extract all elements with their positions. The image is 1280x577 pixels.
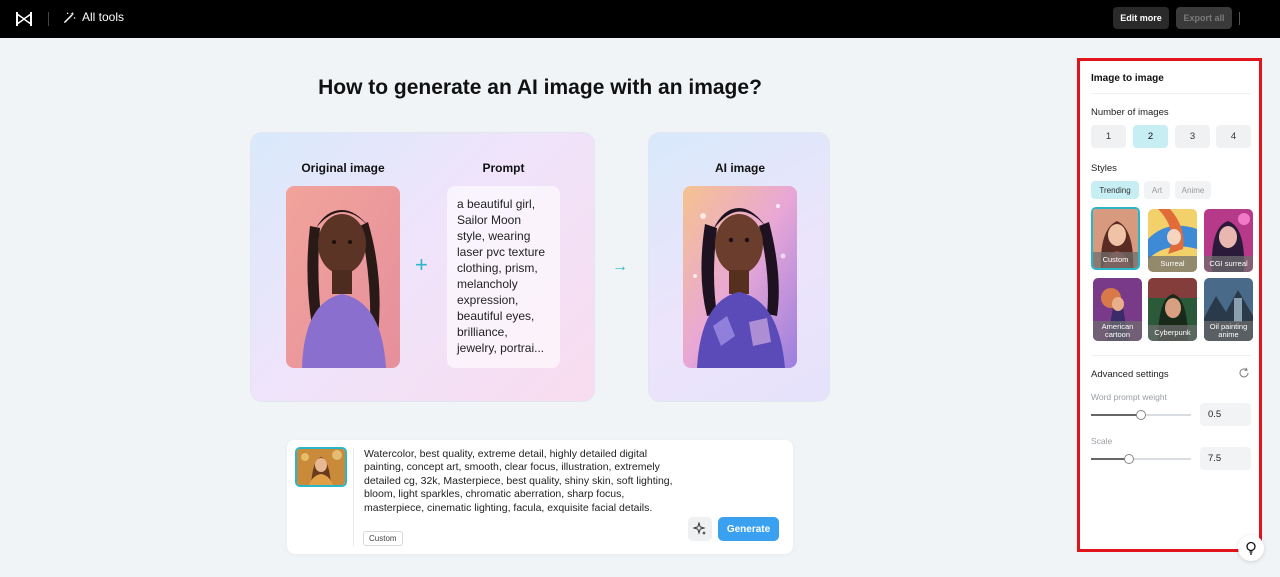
tab-anime[interactable]: Anime [1175, 181, 1211, 199]
slider-fill [1091, 414, 1141, 416]
top-bar: All tools Edit more Export all [0, 0, 1280, 38]
prompt-label: Prompt [482, 161, 525, 175]
ai-image-label: AI image [714, 161, 765, 175]
style-caption: Custom [1093, 252, 1138, 268]
scale-label: Scale [1091, 436, 1113, 446]
style-caption: American cartoon [1093, 321, 1142, 341]
style-caption: Cyberpunk [1148, 325, 1197, 341]
style-caption: CGI surreal [1204, 256, 1253, 272]
lightbulb-icon [1246, 541, 1256, 555]
slider-handle[interactable] [1124, 454, 1134, 464]
number-of-images-label: Number of images [1091, 107, 1169, 118]
styles-label: Styles [1091, 163, 1117, 174]
style-surreal[interactable]: Surreal [1148, 209, 1197, 272]
scale-slider[interactable] [1091, 454, 1191, 464]
style-custom[interactable]: Custom [1091, 207, 1140, 270]
export-all-button[interactable]: Export all [1176, 7, 1232, 29]
word-prompt-weight-value[interactable]: 0.5 [1200, 403, 1251, 426]
topbar-divider-right [1239, 12, 1240, 25]
plus-icon: + [415, 252, 428, 277]
edit-more-button[interactable]: Edit more [1113, 7, 1169, 29]
ai-generated-image [683, 186, 797, 368]
all-tools-label: All tools [82, 10, 125, 24]
composer-divider [353, 448, 354, 546]
demo-output-card: AI image [648, 132, 830, 402]
all-tools-button[interactable]: All tools [63, 10, 124, 24]
style-cgi-surreal[interactable]: CGI surreal [1204, 209, 1253, 272]
topbar-divider [48, 12, 49, 26]
word-prompt-weight-label: Word prompt weight [1091, 392, 1167, 402]
original-image [286, 186, 400, 368]
style-tag[interactable]: Custom [363, 531, 403, 546]
capcut-logo-icon[interactable] [14, 9, 34, 29]
image-to-image-panel: Image to image Number of images 1 2 3 4 … [1077, 58, 1262, 552]
panel-divider [1091, 93, 1251, 94]
help-button[interactable] [1238, 535, 1264, 561]
panel-divider [1091, 355, 1251, 356]
demo-input-card: Original image Prompt + a beautiful girl… [250, 132, 595, 402]
prompt-input[interactable]: Watercolor, best quality, extreme detail… [364, 448, 684, 515]
style-cyberpunk[interactable]: Cyberpunk [1148, 278, 1197, 341]
magic-prompt-button[interactable] [688, 517, 712, 541]
tab-trending[interactable]: Trending [1091, 181, 1139, 199]
style-caption: Surreal [1148, 256, 1197, 272]
arrow-right-icon: → [612, 258, 628, 275]
sparkle-icon [693, 522, 706, 535]
style-oil-painting-anime[interactable]: Oil painting anime [1204, 278, 1253, 341]
number-option-4[interactable]: 4 [1216, 125, 1251, 148]
style-american-cartoon[interactable]: American cartoon [1093, 278, 1142, 341]
page-title: How to generate an AI image with an imag… [318, 76, 762, 99]
reference-image-thumbnail[interactable] [295, 447, 347, 487]
generate-button[interactable]: Generate [718, 517, 779, 541]
number-option-3[interactable]: 3 [1175, 125, 1210, 148]
tab-art[interactable]: Art [1144, 181, 1170, 199]
reset-icon[interactable] [1238, 367, 1250, 379]
advanced-settings-label: Advanced settings [1091, 369, 1169, 380]
prompt-composer: Watercolor, best quality, extreme detail… [287, 440, 793, 554]
panel-title: Image to image [1091, 73, 1164, 84]
word-prompt-weight-slider[interactable] [1091, 410, 1191, 420]
magic-wand-icon [64, 11, 76, 23]
demo-prompt-text: a beautiful girl, Sailor Moon style, wea… [447, 186, 560, 368]
original-image-label: Original image [301, 161, 385, 175]
number-option-2[interactable]: 2 [1133, 125, 1168, 148]
scale-value[interactable]: 7.5 [1200, 447, 1251, 470]
number-option-1[interactable]: 1 [1091, 125, 1126, 148]
style-caption: Oil painting anime [1204, 321, 1253, 341]
slider-handle[interactable] [1136, 410, 1146, 420]
